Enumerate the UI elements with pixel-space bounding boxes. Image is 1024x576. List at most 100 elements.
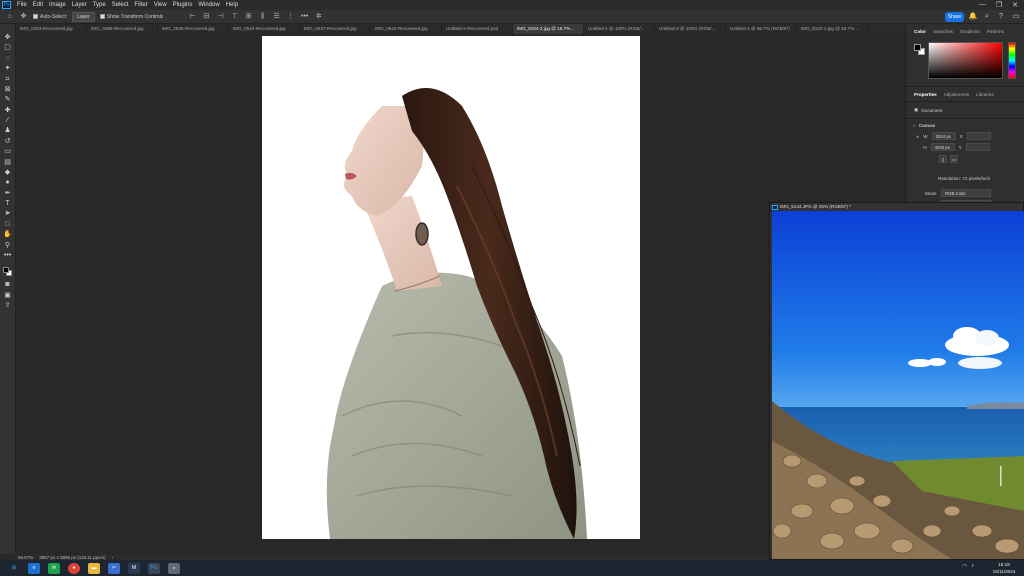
properties-panel-tab[interactable]: Libraries	[976, 92, 994, 97]
chrome-icon[interactable]: ●	[68, 562, 80, 574]
menu-plugins[interactable]: Plugins	[170, 2, 196, 8]
menu-file[interactable]: File	[14, 2, 30, 8]
crop-tool-icon[interactable]: ⌗	[3, 76, 12, 83]
eraser-tool-icon[interactable]: ▭	[3, 148, 12, 155]
app-icon-2[interactable]: ◒	[168, 562, 180, 574]
zoom-tool-icon[interactable]: ⚲	[3, 242, 12, 249]
align-middle-icon[interactable]: ⊞	[244, 13, 253, 21]
portrait-orientation-icon[interactable]: ▯	[939, 155, 947, 163]
properties-panel-tab[interactable]: Adjustments	[944, 92, 969, 97]
lasso-tool-icon[interactable]: ◌	[3, 55, 12, 62]
history-brush-tool-icon[interactable]: ↺	[3, 138, 12, 145]
foreground-color[interactable]	[2, 267, 9, 274]
app-icon[interactable]: M	[128, 562, 140, 574]
object-select-tool-icon[interactable]: ✦	[3, 65, 12, 72]
hand-tool-icon[interactable]: ✋	[3, 231, 12, 238]
menu-type[interactable]: Type	[90, 2, 109, 8]
width-field[interactable]: 3024 px	[931, 132, 956, 140]
restore-button[interactable]: ❐	[996, 1, 1002, 9]
color-panel-tab[interactable]: Patterns	[987, 29, 1004, 34]
dodge-tool-icon[interactable]: ●	[3, 179, 12, 186]
healing-brush-tool-icon[interactable]: ✚	[3, 107, 12, 114]
help-icon[interactable]: ?	[996, 12, 1006, 22]
frame-tool-icon[interactable]: ⊠	[3, 86, 12, 93]
document-tab[interactable]: IMG_0534-Recovered.jpg	[229, 24, 300, 34]
menu-filter[interactable]: Filter	[131, 2, 150, 8]
landscape-orientation-icon[interactable]: ▭	[950, 155, 958, 163]
menu-image[interactable]: Image	[46, 2, 69, 8]
link-icon[interactable]: ∞	[916, 134, 919, 139]
x-field[interactable]	[966, 132, 991, 140]
hue-slider[interactable]	[1008, 42, 1016, 79]
distribute-spacing-icon[interactable]: ⋮	[286, 13, 295, 21]
blur-tool-icon[interactable]: ◆	[3, 169, 12, 176]
rectangle-tool-icon[interactable]: □	[3, 221, 12, 228]
menu-view[interactable]: View	[151, 2, 170, 8]
wifi-icon[interactable]: ◠	[962, 563, 967, 570]
menu-edit[interactable]: Edit	[30, 2, 46, 8]
home-icon[interactable]: ⌂	[5, 13, 14, 21]
auto-select-checkbox[interactable]: Auto-Select:	[33, 14, 67, 20]
search-icon[interactable]: ⌕	[982, 12, 992, 22]
collapse-icon[interactable]: ⌄	[912, 122, 916, 128]
notifications-icon[interactable]: 🔔	[968, 12, 978, 22]
align-right-icon[interactable]: ⊣	[216, 13, 225, 21]
distribute-vertical-icon[interactable]: ☰	[272, 13, 281, 21]
messaging-app-icon[interactable]: ✉	[48, 562, 60, 574]
transform-controls-checkbox[interactable]: Show Transform Controls	[99, 14, 163, 20]
document-tab[interactable]: Untitled-2-Recovered.psd	[442, 24, 513, 34]
color-panel-tab[interactable]: Color	[914, 29, 926, 34]
document-tab[interactable]: IMG_0485-Recovered.jpg	[87, 24, 158, 34]
workspace-icon[interactable]: ▭	[1011, 12, 1021, 22]
gradient-tool-icon[interactable]: ▤	[3, 159, 12, 166]
share-for-review-icon[interactable]: ⇪	[3, 302, 12, 309]
snipping-tool-icon[interactable]: ✂	[108, 562, 120, 574]
document-tab[interactable]: IMG_8154-2.jpg @ 16.7%...	[513, 24, 584, 34]
menu-help[interactable]: Help	[223, 2, 241, 8]
minimize-button[interactable]: —	[979, 1, 986, 9]
document-tab[interactable]: Untitled-4 @ 66.7% (RGB/8*)	[726, 24, 797, 34]
volume-icon[interactable]: ♪	[971, 563, 974, 570]
taskbar-clock[interactable]: 15:18 15/11/2024	[986, 561, 1022, 575]
foreground-color-swatch[interactable]	[914, 44, 921, 51]
move-tool-icon[interactable]: ✥	[19, 13, 28, 21]
clone-stamp-tool-icon[interactable]: ♟	[3, 127, 12, 134]
height-field[interactable]: 4032 px	[930, 143, 955, 151]
file-explorer-icon[interactable]: ▬	[88, 562, 100, 574]
more-options-icon[interactable]: •••	[300, 13, 309, 21]
color-panel-tab[interactable]: Gradients	[960, 29, 980, 34]
document-tab[interactable]: IMG_8132-2.jpg @ 16.7%...	[797, 24, 868, 34]
y-field[interactable]	[965, 143, 990, 151]
properties-panel-tab[interactable]: Properties	[914, 92, 937, 97]
mode-dropdown[interactable]: RGB Color	[941, 189, 991, 197]
start-icon[interactable]: ⊞	[8, 563, 20, 574]
document-tab[interactable]: IMG_0483-Recovered.jpg	[16, 24, 87, 34]
3d-mode-icon[interactable]: ✲	[314, 13, 323, 21]
more-tools-icon[interactable]: •••	[3, 252, 12, 259]
brush-tool-icon[interactable]: ⁄	[3, 117, 12, 124]
pen-tool-icon[interactable]: ✒	[3, 190, 12, 197]
menu-select[interactable]: Select	[109, 2, 132, 8]
distribute-icon[interactable]: ⫼	[258, 13, 267, 21]
zoom-level[interactable]: 66.67%	[18, 555, 33, 560]
align-left-icon[interactable]: ⊢	[188, 13, 197, 21]
close-button[interactable]: ✕	[1012, 1, 1018, 9]
chevron-right-icon[interactable]: ›	[112, 555, 114, 560]
document-tab[interactable]: IMG_0542-Recovered.jpg	[371, 24, 442, 34]
document-tab[interactable]: Untitled-1 @ 100% (RGB/...	[584, 24, 655, 34]
align-top-icon[interactable]: ⊤	[230, 13, 239, 21]
color-panel-tab[interactable]: Swatches	[933, 29, 953, 34]
share-button[interactable]: Share	[945, 12, 964, 22]
document-canvas[interactable]	[262, 36, 640, 539]
floating-document-window[interactable]: IMG_6144.JPG @ 25% (RGB/8*) *	[769, 202, 1024, 560]
landscape-photo[interactable]	[772, 211, 1024, 559]
menu-layer[interactable]: Layer	[69, 2, 90, 8]
auto-select-dropdown[interactable]: Layer	[72, 11, 95, 22]
browser-icon[interactable]: e	[28, 562, 40, 574]
document-tab[interactable]: IMG_0526-Recovered.jpg	[158, 24, 229, 34]
color-swatches[interactable]	[2, 266, 14, 278]
color-picker-field[interactable]	[928, 42, 1003, 79]
move-tool-icon[interactable]: ✥	[3, 34, 12, 41]
menu-window[interactable]: Window	[195, 2, 222, 8]
align-center-icon[interactable]: ⊟	[202, 13, 211, 21]
